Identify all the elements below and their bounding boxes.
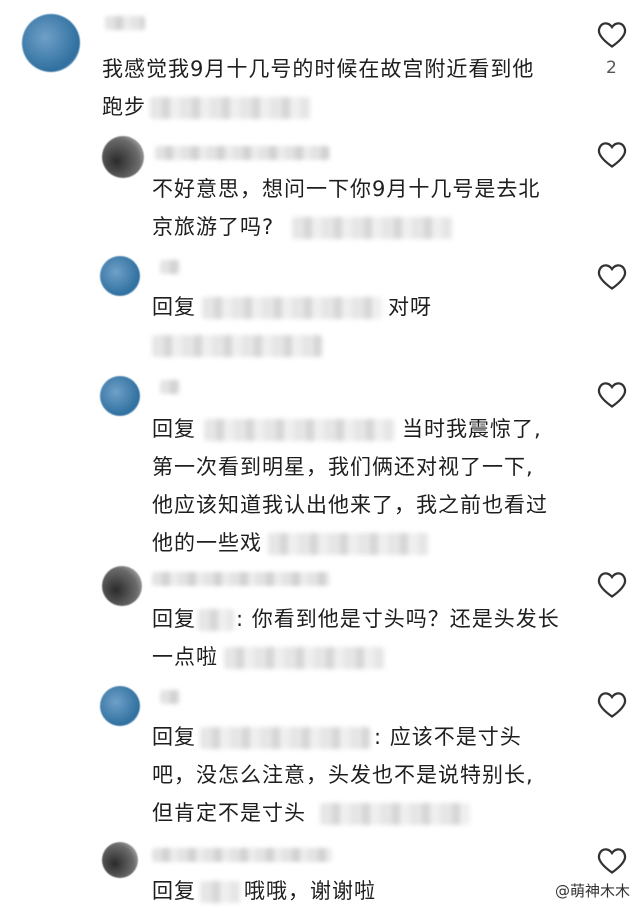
comment-text: 我感觉我9月十几号的时候在故宫附近看到他 跑步	[102, 57, 535, 119]
username[interactable]	[160, 690, 180, 704]
username[interactable]	[160, 380, 180, 394]
avatar[interactable]	[102, 842, 138, 878]
avatar[interactable]	[22, 14, 80, 72]
comment-text: 回复 当时我震惊了, 第一次看到明星，我们俩还对视了一下, 他应该知道我认出他来了…	[152, 417, 548, 555]
username[interactable]	[155, 146, 330, 160]
username[interactable]	[160, 260, 180, 274]
heart-outline-icon[interactable]	[597, 380, 627, 408]
heart-outline-icon[interactable]	[597, 140, 627, 168]
comment-text: 回复: 应该不是寸头 吧，没怎么注意，头发也不是说特别长, 但肯定不是寸头	[152, 725, 534, 825]
avatar[interactable]	[102, 566, 142, 606]
heart-outline-icon[interactable]	[597, 846, 627, 874]
username[interactable]	[152, 572, 330, 586]
like-count: 2	[606, 58, 617, 78]
comment-text: 回复 对呀	[152, 288, 432, 364]
comment-text: 不好意思，想问一下你9月十几号是去北 京旅游了吗?	[152, 177, 541, 239]
heart-outline-icon[interactable]	[597, 262, 627, 290]
avatar[interactable]	[100, 686, 140, 726]
watermark: @萌神木木	[554, 882, 630, 900]
avatar[interactable]	[100, 376, 140, 416]
comment-text: 回复: 你看到他是寸头吗？还是头发长 一点啦	[152, 607, 560, 669]
heart-outline-icon[interactable]	[597, 20, 627, 48]
comment-text: 回复 哦哦，谢谢啦	[152, 879, 376, 903]
avatar[interactable]	[100, 256, 140, 296]
avatar[interactable]	[102, 136, 144, 178]
heart-outline-icon[interactable]	[597, 570, 627, 598]
username[interactable]	[105, 16, 145, 30]
username[interactable]	[152, 848, 332, 862]
heart-outline-icon[interactable]	[597, 690, 627, 718]
